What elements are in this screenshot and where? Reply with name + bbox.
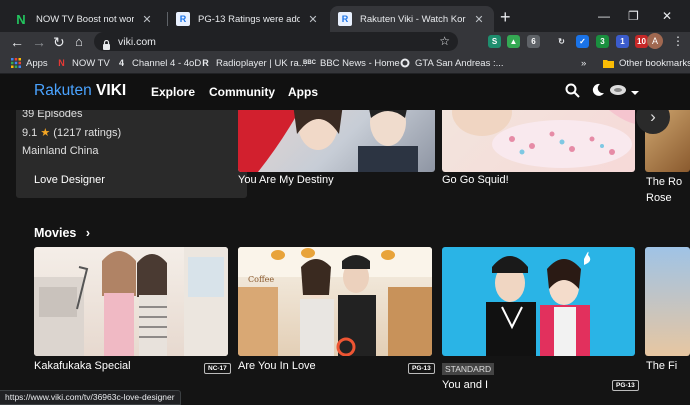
close-tab-icon[interactable]: ✕ [140,13,154,26]
extension-icon[interactable]: S [488,35,501,48]
bbc-icon: BBC [303,60,316,66]
logo-rakuten-text: Rakuten [34,82,92,99]
forward-arrow-icon[interactable]: → [32,33,46,51]
rating-count: (1217 ratings) [53,127,122,139]
search-icon[interactable] [565,83,580,103]
movies-section-heading[interactable]: Movies › [34,226,90,240]
profile-avatar[interactable]: A [647,33,663,49]
bookmark-star-icon[interactable]: ☆ [439,34,450,48]
address-bar[interactable]: viki.com ☆ [94,32,458,51]
card-title[interactable]: Kakafukaka Special [34,360,131,372]
extension-icon[interactable]: 3 [596,35,609,48]
tab-title: Rakuten Viki - Watch Korean Dra [360,13,466,25]
viki-favicon-icon: R [176,12,190,26]
minimize-button[interactable]: — [598,9,610,23]
origin-country: Mainland China [22,145,99,157]
bookmark-label: Apps [26,57,48,69]
channel4-icon: 4 [118,58,124,68]
dark-mode-icon[interactable] [591,83,605,102]
other-bookmarks[interactable]: Other bookmarks [603,56,690,70]
rating-badge: PG-13 [408,363,435,374]
bookmark-apps[interactable]: Apps [10,56,48,70]
folder-icon [603,58,614,69]
now-tv-icon: N [58,58,65,68]
bookmark-label: BBC News - Home [320,57,400,69]
menu-kebab-icon[interactable]: ⋮ [672,34,684,48]
rating-score: 9.1 [22,127,38,139]
close-tab-icon[interactable]: ✕ [306,13,320,26]
extension-icon[interactable]: ✓ [576,35,589,48]
now-tv-favicon-icon: N [16,11,26,27]
poster-you-and-i[interactable] [442,247,635,356]
rating-line: 9.1 ★ (1217 ratings) [22,126,121,139]
tab-rakuten-viki[interactable]: R Rakuten Viki - Watch Korean Dra ✕ [330,6,494,32]
bookmarks-overflow[interactable]: » [581,56,586,70]
browser-toolbar: ← → ↻ ⌂ viki.com ☆ S ▲ 6 ↻ ✓ 3 1 10 A ⋮ [0,32,690,52]
back-arrow-icon[interactable]: ← [10,33,24,51]
chevron-right-icon: › [85,226,91,240]
extension-icon[interactable]: ↻ [555,35,568,48]
gta-icon [399,58,410,69]
new-tab-button[interactable]: + [500,8,511,26]
rating-badge: PG-13 [612,380,639,391]
bookmark-radioplayer[interactable]: R Radioplayer | UK ra... [200,56,307,70]
lock-icon [102,37,111,50]
tab-now-tv[interactable]: N NOW TV Boost not working in 5. ✕ [6,6,162,32]
site-header: Rakuten VIKI Explore Community Apps [0,74,690,110]
bookmark-now-tv[interactable]: N NOW TV [56,56,110,70]
movies-heading-text: Movies [34,226,77,240]
card-title[interactable]: Love Designer [34,174,105,186]
restore-button[interactable]: ❐ [628,9,639,23]
rating-badge: NC-17 [204,363,231,374]
logo-viki-text: VIKI [96,82,127,99]
poster-the-final[interactable] [645,247,690,356]
card-title[interactable]: The Ro Rose [646,174,682,206]
apps-grid-icon [10,58,21,69]
tab-title: PG-13 Ratings were added to sh [198,13,300,25]
tab-title: NOW TV Boost not working in 5. [36,13,134,25]
home-icon[interactable]: ⌂ [75,33,83,51]
tab-pg13-ratings[interactable]: R PG-13 Ratings were added to sh ✕ [168,6,328,32]
reload-icon[interactable]: ↻ [53,33,65,51]
link-status-bar: https://www.viki.com/tv/36963c-love-desi… [0,390,181,405]
viki-favicon-icon: R [338,12,352,26]
bookmark-label: NOW TV [72,57,110,69]
close-tab-icon[interactable]: ✕ [472,13,486,26]
bookmark-bbc-news[interactable]: BBC BBC News - Home [303,56,400,70]
extension-icon[interactable]: 1 [616,35,629,48]
extension-icon[interactable]: ▲ [507,35,520,48]
bookmark-gta[interactable]: GTA San Andreas :... [399,56,504,70]
bookmark-label: GTA San Andreas :... [415,57,504,69]
nav-apps[interactable]: Apps [288,85,318,99]
star-icon: ★ [40,127,51,139]
bookmark-label: Channel 4 - 4oD [132,57,202,69]
svg-text:Coffee: Coffee [248,275,274,284]
card-title[interactable]: Are You In Love [238,360,316,372]
card-title[interactable]: Go Go Squid! [442,174,509,186]
standard-badge: STANDARD [442,363,495,375]
nav-explore[interactable]: Explore [151,85,195,99]
radioplayer-icon: R [202,58,209,68]
poster-kakafukaka-special[interactable] [34,247,228,356]
poster-are-you-in-love[interactable]: Coffee [238,247,432,356]
bookmark-channel4[interactable]: 4 Channel 4 - 4oD [116,56,201,70]
tab-strip: N NOW TV Boost not working in 5. ✕ R PG-… [0,0,690,32]
bookmark-label: Radioplayer | UK ra... [216,57,307,69]
card-title[interactable]: The Fi [646,360,677,372]
card-title[interactable]: You and I [442,379,488,391]
extension-icon[interactable]: 6 [527,35,540,48]
viki-page: Rakuten VIKI Explore Community Apps 39 E… [0,74,690,405]
url-text: viki.com [118,35,156,48]
nav-community[interactable]: Community [209,85,275,99]
bookmarks-bar: Apps N NOW TV 4 Channel 4 - 4oD R Radiop… [0,52,690,74]
card-title[interactable]: You Are My Destiny [238,174,334,186]
rakuten-viki-logo[interactable]: Rakuten VIKI [34,82,126,100]
user-menu-icon[interactable] [609,84,639,103]
close-window-button[interactable]: ✕ [662,9,672,23]
other-bookmarks-label: Other bookmarks [619,57,690,69]
